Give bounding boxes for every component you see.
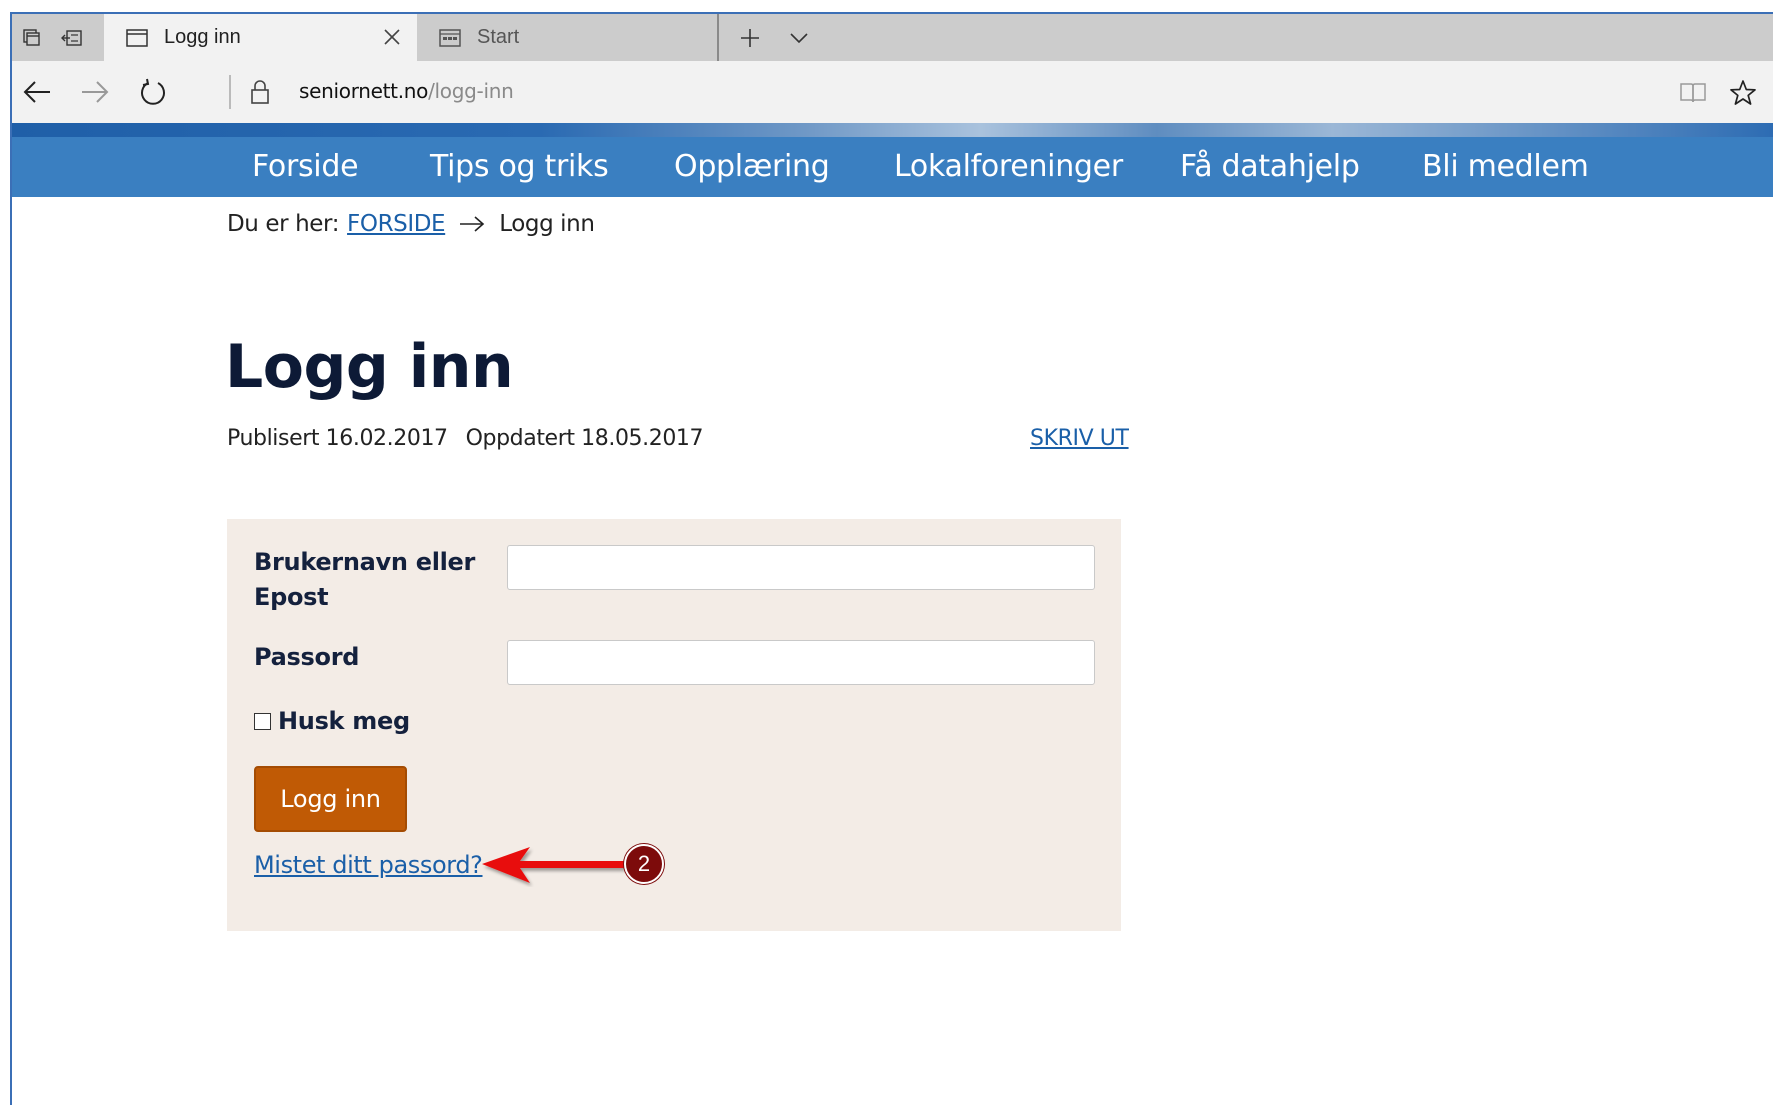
login-button[interactable]: Logg inn xyxy=(254,766,407,832)
remember-me-label: Husk meg xyxy=(278,707,410,735)
breadcrumb: Du er her: FORSIDE Logg inn xyxy=(227,211,595,237)
tab-divider xyxy=(717,14,719,61)
back-arrow-icon[interactable] xyxy=(14,69,60,115)
tab-sets-aside-icon[interactable] xyxy=(12,14,52,61)
breadcrumb-current: Logg inn xyxy=(499,211,595,237)
password-input[interactable] xyxy=(507,640,1095,685)
tab-title: Start xyxy=(477,26,520,48)
nav-item-fa-datahjelp[interactable]: Få datahjelp xyxy=(1180,149,1360,184)
chevron-down-icon[interactable] xyxy=(776,14,822,61)
username-label-line2: Epost xyxy=(254,583,329,611)
username-label-line1: Brukernavn eller xyxy=(254,548,476,576)
tab-strip: Logg inn Start xyxy=(12,14,1773,61)
tab-start[interactable]: Start xyxy=(417,14,717,61)
tab-logg-inn[interactable]: Logg inn xyxy=(104,14,417,61)
url-path: /logg-inn xyxy=(428,79,514,103)
nav-item-tips-og-triks[interactable]: Tips og triks xyxy=(430,149,609,184)
breadcrumb-home-link[interactable]: FORSIDE xyxy=(347,211,446,237)
nav-item-lokalforeninger[interactable]: Lokalforeninger xyxy=(894,149,1123,184)
username-label: Brukernavn eller Epost xyxy=(254,545,475,615)
annotation-arrow xyxy=(482,847,624,883)
nav-item-opplaering[interactable]: Opplæring xyxy=(674,149,830,184)
breadcrumb-prefix: Du er her: xyxy=(227,211,340,237)
page-title: Logg inn xyxy=(225,332,514,402)
browser-window: Logg inn Start seniornett.no/logg-inn Fo… xyxy=(10,12,1773,1105)
address-bar-row: seniornett.no/logg-inn xyxy=(12,61,1773,123)
reading-view-icon[interactable] xyxy=(1671,71,1715,115)
remember-me-checkbox[interactable] xyxy=(254,712,271,730)
set-tabs-aside-icon[interactable] xyxy=(52,14,92,61)
start-page-icon xyxy=(439,28,463,48)
site-main-nav: Forside Tips og triks Opplæring Lokalfor… xyxy=(12,137,1773,197)
annotation-step-badge: 2 xyxy=(624,844,664,884)
page-icon xyxy=(126,28,150,48)
site-banner xyxy=(12,123,1773,137)
username-input[interactable] xyxy=(507,545,1095,590)
favorites-star-icon[interactable] xyxy=(1721,71,1765,115)
nav-item-bli-medlem[interactable]: Bli medlem xyxy=(1422,149,1589,184)
lost-password-link[interactable]: Mistet ditt passord? xyxy=(254,851,483,879)
tab-title: Logg inn xyxy=(164,26,241,48)
updated-date: Oppdatert 18.05.2017 xyxy=(465,426,704,451)
nav-item-forside[interactable]: Forside xyxy=(252,149,359,184)
print-link[interactable]: SKRIV UT xyxy=(1030,426,1129,451)
remember-me[interactable]: Husk meg xyxy=(254,707,410,735)
close-icon[interactable] xyxy=(381,26,403,48)
page-meta: Publisert 16.02.2017 Oppdatert 18.05.2017 xyxy=(227,426,721,451)
published-date: Publisert 16.02.2017 xyxy=(227,426,448,451)
url-host: seniornett.no xyxy=(299,79,429,103)
forward-arrow-icon[interactable] xyxy=(72,69,118,115)
password-label: Passord xyxy=(254,643,360,671)
refresh-icon[interactable] xyxy=(130,69,176,115)
address-separator xyxy=(229,75,231,109)
new-tab-plus-icon[interactable] xyxy=(724,14,776,61)
url-field[interactable]: seniornett.no/logg-inn xyxy=(299,79,514,103)
arrow-right-icon xyxy=(459,215,485,233)
login-form: Brukernavn eller Epost Passord Husk meg … xyxy=(227,519,1121,931)
lock-icon[interactable] xyxy=(246,75,274,109)
